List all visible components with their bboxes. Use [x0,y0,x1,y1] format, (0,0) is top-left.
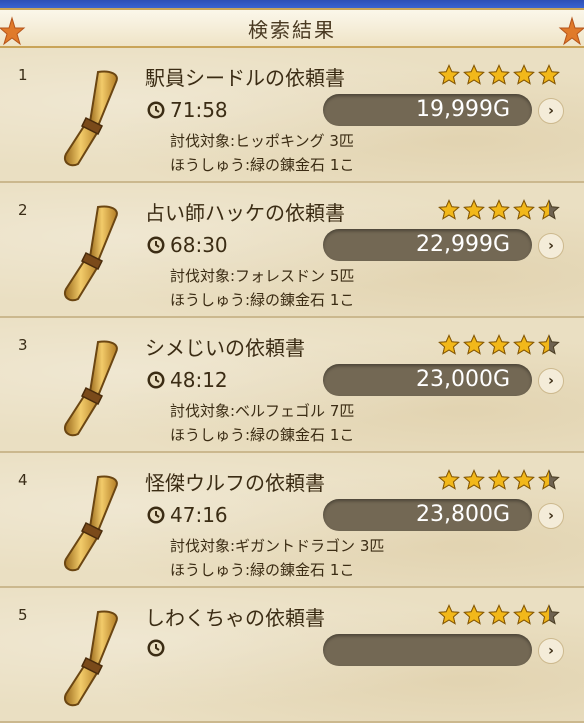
scroll-icon [64,70,118,167]
price-pill: 23,000G [323,364,532,396]
time-remaining: 68:30 [146,233,228,257]
price-pill: 19,999G [323,94,532,126]
scroll-icon [64,205,118,302]
request-row[interactable]: 3 シメじいの依頼書 48:12 23,000G › 討伐対象:ベルフェゴル 7… [0,318,584,453]
time-remaining: 48:12 [146,368,228,392]
chevron-right-icon[interactable]: › [538,98,564,124]
row-index: 2 [18,201,28,219]
star-icon [438,604,460,625]
star-icon [538,64,560,85]
chevron-right-icon[interactable]: › [538,503,564,529]
row-index: 1 [18,66,28,84]
chevron-right-icon[interactable]: › [538,638,564,664]
price-text: 23,800G [415,502,510,527]
row-index: 4 [18,471,28,489]
star-icon [488,604,510,625]
header-bar: 検索結果 [0,8,584,48]
star-icon [438,199,460,220]
target-text: 討伐対象:フォレスドン 5匹 [170,267,355,285]
request-title: 占い師ハッケの依頼書 [145,201,345,225]
star-icon [488,199,510,220]
star-icon [438,334,460,355]
reward-text: ほうしゅう:緑の錬金石 1こ [170,561,355,579]
rating-stars [438,469,560,491]
scroll-icon [64,340,118,437]
time-remaining: 47:16 [146,503,228,527]
scroll-icon [64,610,118,707]
clock-icon [147,236,165,254]
star-icon [513,604,535,625]
star-icon [463,64,485,85]
star-icon [488,469,510,490]
request-title: 怪傑ウルフの依頼書 [145,471,325,495]
rating-stars [438,199,560,221]
clock-icon [147,639,165,657]
status-bar [0,0,584,8]
star-icon [463,604,485,625]
chevron-right-icon[interactable]: › [538,233,564,259]
price-pill [323,634,532,666]
request-title: 駅員シードルの依頼書 [145,66,345,90]
price-pill: 22,999G [323,229,532,261]
page-title: 検索結果 [248,17,336,42]
reward-text: ほうしゅう:緑の錬金石 1こ [170,156,355,174]
price-text: 22,999G [415,232,510,257]
half-star-icon [538,469,560,490]
ornament-icon [558,16,584,46]
request-row[interactable]: 5 しわくちゃの依頼書 › [0,588,584,723]
star-icon [513,64,535,85]
ornament-icon [0,16,26,46]
star-icon [513,199,535,220]
request-row[interactable]: 4 怪傑ウルフの依頼書 47:16 23,800G › 討伐対象:ギガントドラゴ… [0,453,584,588]
row-index: 3 [18,336,28,354]
star-icon [463,334,485,355]
time-remaining [146,638,170,658]
row-index: 5 [18,606,28,624]
scroll-icon [64,475,118,572]
time-remaining: 71:58 [146,98,228,122]
star-icon [513,334,535,355]
price-pill: 23,800G [323,499,532,531]
time-text: 48:12 [170,368,228,392]
half-star-icon [538,604,560,625]
price-text: 19,999G [415,97,510,122]
half-star-icon [538,199,560,220]
chevron-right-icon[interactable]: › [538,368,564,394]
request-title: しわくちゃの依頼書 [145,606,325,630]
rating-stars [438,64,560,86]
clock-icon [147,506,165,524]
half-star-icon [538,334,560,355]
clock-icon [147,101,165,119]
star-icon [488,334,510,355]
star-icon [513,469,535,490]
star-icon [488,64,510,85]
reward-text: ほうしゅう:緑の錬金石 1こ [170,291,355,309]
result-list: 1 駅員シードルの依頼書 71:58 19,999G › 討伐対象:ヒッポキング… [0,48,584,723]
target-text: 討伐対象:ギガントドラゴン 3匹 [170,537,385,555]
star-icon [438,469,460,490]
star-icon [463,469,485,490]
star-icon [438,64,460,85]
target-text: 討伐対象:ヒッポキング 3匹 [170,132,354,150]
request-title: シメじいの依頼書 [145,336,305,360]
reward-text: ほうしゅう:緑の錬金石 1こ [170,426,355,444]
time-text: 68:30 [170,233,228,257]
time-text: 47:16 [170,503,228,527]
request-row[interactable]: 1 駅員シードルの依頼書 71:58 19,999G › 討伐対象:ヒッポキング… [0,48,584,183]
rating-stars [438,334,560,356]
price-text: 23,000G [415,367,510,392]
rating-stars [438,604,560,626]
target-text: 討伐対象:ベルフェゴル 7匹 [170,402,355,420]
request-row[interactable]: 2 占い師ハッケの依頼書 68:30 22,999G › 討伐対象:フォレスドン… [0,183,584,318]
clock-icon [147,371,165,389]
star-icon [463,199,485,220]
time-text: 71:58 [170,98,228,122]
